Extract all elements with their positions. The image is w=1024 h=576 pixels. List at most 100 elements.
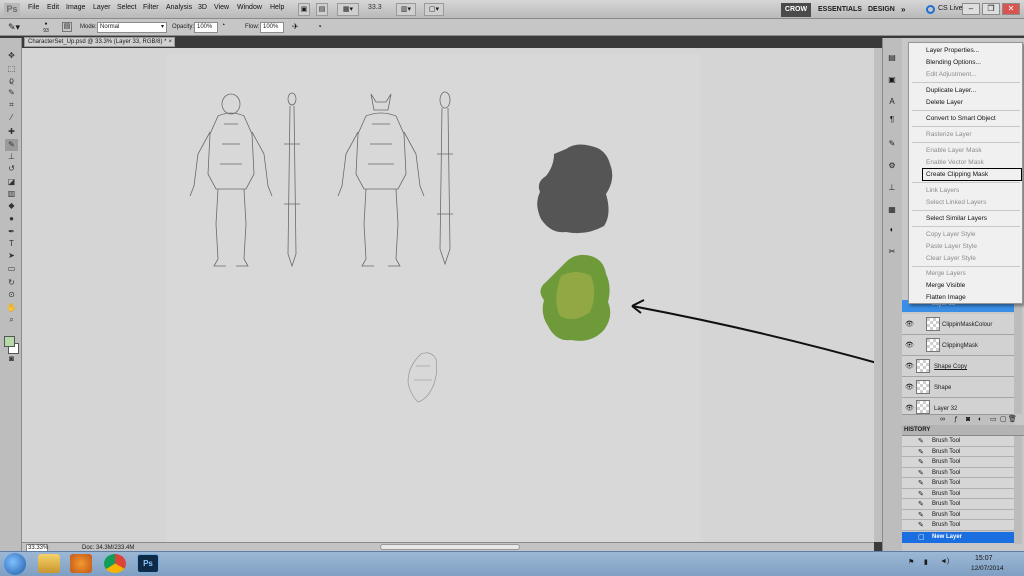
tray-volume-icon[interactable]: ◄)	[940, 558, 949, 565]
layers-scrollbar[interactable]	[1014, 300, 1022, 414]
eye-icon[interactable]: 👁	[905, 383, 914, 392]
menu-item-layer-properties[interactable]: Layer Properties...	[926, 47, 979, 54]
menu-separator	[912, 110, 1020, 111]
menu-item-duplicate-layer[interactable]: Duplicate Layer...	[926, 87, 976, 94]
navigator-panel-icon[interactable]: ▣	[886, 74, 898, 86]
layer-name: Shape	[934, 385, 952, 391]
clock-time[interactable]: 15:07	[975, 555, 993, 562]
history-item-label: Brush Tool	[932, 480, 961, 486]
menu-item-paste-layer-style: Paste Layer Style	[926, 243, 977, 250]
menu-item-delete-layer[interactable]: Delete Layer	[926, 99, 963, 106]
eye-icon[interactable]: 👁	[905, 362, 914, 371]
brush-icon: ✎	[918, 480, 924, 487]
menu-item-rasterize-layer: Rasterize Layer	[926, 131, 972, 138]
menu-item-edit-adjustment: Edit Adjustment...	[926, 71, 977, 78]
history-item[interactable]: ✎ Brush Tool	[902, 488, 1014, 499]
vertical-scrollbar[interactable]	[874, 48, 882, 542]
media-player-icon[interactable]	[70, 554, 92, 573]
history-item-label: Brush Tool	[932, 448, 961, 455]
menu-separator	[912, 142, 1020, 143]
history-item[interactable]: ✎ Brush Tool	[902, 467, 1014, 478]
menu-item-merge-visible[interactable]: Merge Visible	[926, 282, 965, 289]
swatches-panel-icon[interactable]: ▦	[886, 204, 898, 216]
clipping-mask-highlight-box	[922, 168, 1022, 181]
history-item-label: New Layer	[932, 534, 963, 540]
history-item-selected[interactable]: ▢ New Layer	[902, 532, 1014, 543]
tray-network-icon[interactable]: ▮	[924, 558, 928, 566]
link-layers-icon[interactable]: ∞	[940, 415, 945, 425]
explorer-icon[interactable]	[38, 554, 60, 573]
brush-icon: ✎	[918, 490, 924, 498]
layer-thumbnail	[916, 359, 930, 373]
history-item-label: Brush Tool	[932, 511, 961, 518]
history-panel-title[interactable]: HISTORY	[904, 427, 930, 433]
menu-item-select-linked-layers: Select Linked Layers	[926, 199, 987, 206]
history-item[interactable]: ✎ Brush Tool	[902, 436, 1014, 447]
chrome-icon[interactable]	[104, 554, 126, 573]
menu-separator	[912, 126, 1020, 127]
layer-thumbnail	[926, 338, 940, 352]
tray-flag-icon[interactable]: ⚑	[908, 558, 914, 566]
history-item-label: Brush Tool	[932, 438, 961, 444]
new-group-icon[interactable]: ▭	[990, 415, 997, 425]
eye-icon[interactable]: 👁	[905, 404, 914, 413]
layer-thumbnail	[926, 317, 940, 331]
character-panel-icon[interactable]: A	[886, 96, 898, 108]
paragraph-panel-icon[interactable]: ¶	[886, 114, 898, 126]
paths-panel-icon[interactable]: ✂	[886, 246, 898, 258]
menu-item-clear-layer-style: Clear Layer Style	[926, 255, 976, 262]
menu-item-select-similar-layers[interactable]: Select Similar Layers	[926, 215, 987, 222]
history-item[interactable]: ✎ Brush Tool	[902, 478, 1014, 489]
menu-separator	[912, 82, 1020, 83]
history-item[interactable]: ✎ Brush Tool	[902, 446, 1014, 457]
layers-footer: ∞ ƒ ◙ ◐ ▭ ▢ 🗑	[902, 414, 1017, 425]
menu-separator	[912, 266, 1020, 267]
history-item-label: Brush Tool	[932, 522, 961, 528]
clock-date[interactable]: 12/07/2014	[971, 565, 1004, 572]
menu-separator	[912, 226, 1020, 227]
history-item[interactable]: ✎ Brush Tool	[902, 520, 1014, 531]
menu-item-enable-layer-mask: Enable Layer Mask	[926, 147, 982, 154]
history-item[interactable]: ✎ Brush Tool	[902, 499, 1014, 510]
trash-icon[interactable]: 🗑	[1008, 415, 1017, 425]
brush-icon: ✎	[918, 469, 924, 477]
menu-item-flatten-image[interactable]: Flatten Image	[926, 294, 966, 301]
menu-separator	[912, 210, 1020, 211]
layer-thumbnail	[916, 400, 930, 414]
menu-item-convert-smart-object[interactable]: Convert to Smart Object	[926, 115, 996, 122]
fx-icon[interactable]: ƒ	[954, 415, 958, 425]
history-item-label: Brush Tool	[932, 490, 961, 497]
menu-item-merge-layers: Merge Layers	[926, 270, 966, 277]
new-layer-icon[interactable]: ▢	[1000, 415, 1007, 425]
brush-icon: ✎	[918, 459, 924, 466]
history-item[interactable]: ✎ Brush Tool	[902, 457, 1014, 468]
layer-name: Shape Copy	[934, 364, 968, 370]
menu-item-copy-layer-style: Copy Layer Style	[926, 231, 976, 238]
brush-icon: ✎	[918, 522, 924, 529]
layer-name: ClippinMaskColour	[942, 322, 993, 328]
history-item-label: Brush Tool	[932, 501, 961, 507]
brush-icon: ✎	[918, 448, 924, 456]
horizontal-scrollbar[interactable]	[380, 544, 520, 550]
add-mask-icon[interactable]: ◙	[966, 415, 970, 425]
history-panel-icon[interactable]: ▤	[886, 52, 898, 64]
layer-thumbnail	[916, 380, 930, 394]
eye-icon[interactable]: 👁	[905, 320, 914, 329]
adjustment-layer-icon[interactable]: ◐	[978, 415, 982, 425]
history-item[interactable]: ✎ Brush Tool	[902, 509, 1014, 520]
start-button[interactable]	[4, 553, 26, 575]
new-layer-icon: ▢	[918, 534, 925, 541]
history-item-label: Brush Tool	[932, 469, 961, 476]
photoshop-icon[interactable]: Ps	[137, 554, 159, 573]
brush-presets-icon[interactable]: ✎	[886, 138, 898, 150]
clone-source-icon[interactable]: ⊥	[886, 182, 898, 194]
adjustments-panel-icon[interactable]: ◐	[886, 224, 898, 236]
brush-icon: ✎	[918, 501, 924, 508]
brush-icon: ✎	[918, 511, 924, 519]
menu-item-link-layers: Link Layers	[926, 187, 960, 194]
menu-item-blending-options[interactable]: Blending Options...	[926, 59, 981, 66]
history-scrollbar[interactable]	[1014, 436, 1022, 544]
eye-icon[interactable]: 👁	[905, 341, 914, 350]
layer-name: Layer 32	[934, 406, 958, 412]
tool-presets-icon[interactable]: ⚙	[886, 160, 898, 172]
